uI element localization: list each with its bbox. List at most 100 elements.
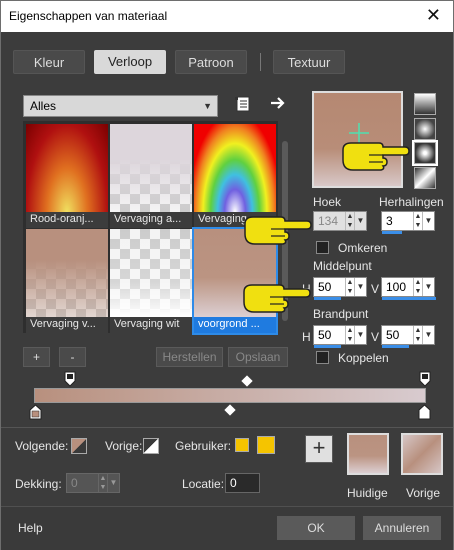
repeats-level-bar xyxy=(382,231,402,234)
ok-button[interactable]: OK xyxy=(277,516,355,540)
user-label: Gebruiker: xyxy=(175,439,232,453)
repeats-input[interactable]: 3 ▲ ▼ ▼ xyxy=(381,211,435,234)
user-color-swatch[interactable] xyxy=(235,438,249,452)
dropdown-arrow-icon[interactable]: ▼ xyxy=(354,278,366,296)
tab-separator xyxy=(260,53,261,71)
gradient-label: Vervaging v... xyxy=(26,317,108,333)
center-label: Middelpunt xyxy=(313,259,372,273)
center-v-level-bar xyxy=(382,297,436,300)
gradient-preview xyxy=(110,229,192,317)
dropdown-arrow-icon[interactable]: ▼ xyxy=(107,474,119,492)
center-h-value: 50 xyxy=(318,280,332,294)
repeats-value: 3 xyxy=(386,214,393,228)
spin-arrows-icon[interactable]: ▲ ▼ xyxy=(413,212,422,230)
focal-h-value: 50 xyxy=(318,328,332,342)
spin-arrows-icon[interactable]: ▲ ▼ xyxy=(98,474,107,492)
gradient-label: Rood-oranj... xyxy=(26,212,108,228)
opacity-label: Dekking: xyxy=(15,477,62,491)
center-v-label: V xyxy=(371,282,380,296)
add-gradient-button[interactable]: + xyxy=(23,347,50,367)
center-h-input[interactable]: 50 ▲ ▼ ▼ xyxy=(313,277,367,300)
gradient-thumb[interactable]: Vervaging a... xyxy=(110,124,192,228)
radial-style-icon[interactable] xyxy=(414,167,436,189)
spin-arrows-icon[interactable]: ▲ ▼ xyxy=(345,278,354,296)
location-input[interactable]: 0 xyxy=(225,473,260,493)
link-label: Koppelen xyxy=(338,351,389,365)
help-link[interactable]: Help xyxy=(18,521,43,535)
rectangular-style-icon[interactable] xyxy=(414,118,436,140)
next-color-swatch[interactable] xyxy=(71,438,87,454)
cancel-button[interactable]: Annuleren xyxy=(363,516,441,540)
bottom-stop-marker[interactable] xyxy=(418,404,431,423)
top-midpoint-marker[interactable] xyxy=(241,375,253,387)
spin-arrows-icon[interactable]: ▲ ▼ xyxy=(413,278,422,296)
save-button[interactable]: Opslaan xyxy=(228,347,288,367)
arrow-right-icon[interactable] xyxy=(269,94,287,112)
gradient-preview xyxy=(26,229,108,317)
spin-arrows-icon[interactable]: ▲ ▼ xyxy=(413,326,422,344)
gradient-label: Vervaging a... xyxy=(110,212,192,228)
center-v-value: 100 xyxy=(386,280,407,294)
remove-label: - xyxy=(70,350,75,364)
tab-label: Textuur xyxy=(287,55,331,70)
tab-patroon[interactable]: Patroon xyxy=(175,50,247,74)
center-h-level-bar xyxy=(314,297,341,300)
previous-swatch[interactable] xyxy=(401,433,443,475)
focal-v-input[interactable]: 50 ▲ ▼ ▼ xyxy=(381,325,435,348)
focal-v-value: 50 xyxy=(386,328,400,342)
focal-h-label: H xyxy=(302,330,311,344)
angle-input[interactable]: 134 ▲ ▼ ▼ xyxy=(313,211,367,231)
category-dropdown[interactable]: Alles ▼ xyxy=(23,95,218,117)
bottom-midpoint-marker[interactable] xyxy=(224,404,236,416)
gradient-bar[interactable] xyxy=(34,388,426,403)
divider xyxy=(1,427,453,428)
spin-arrows-icon[interactable]: ▲ ▼ xyxy=(345,212,354,230)
gradient-thumb[interactable]: Vervaging wit xyxy=(110,229,192,333)
invert-checkbox[interactable] xyxy=(316,241,329,254)
dropdown-arrow-icon[interactable]: ▼ xyxy=(422,212,434,230)
pointing-hand-icon xyxy=(241,212,313,249)
focal-v-level-bar xyxy=(382,345,409,348)
user-color-swatch-large[interactable] xyxy=(257,436,275,454)
add-stop-button[interactable]: + xyxy=(305,435,333,463)
cancel-label: Annuleren xyxy=(374,521,430,535)
gradient-preview xyxy=(26,124,108,212)
current-swatch[interactable] xyxy=(347,433,389,475)
linear-style-icon[interactable] xyxy=(414,93,436,115)
dropdown-arrow-icon[interactable]: ▼ xyxy=(354,326,366,344)
reset-button[interactable]: Herstellen xyxy=(156,347,223,367)
link-checkbox[interactable] xyxy=(316,351,329,364)
previous-label: Vorige xyxy=(406,486,441,500)
prev-color-swatch[interactable] xyxy=(143,438,159,454)
list-icon[interactable] xyxy=(235,96,251,112)
focal-h-input[interactable]: 50 ▲ ▼ ▼ xyxy=(313,325,367,348)
chevron-down-icon: ▼ xyxy=(203,101,212,111)
prev-label: Vorige: xyxy=(105,439,143,453)
dropdown-arrow-icon[interactable]: ▼ xyxy=(422,278,434,296)
title-bar: Eigenschappen van materiaal ✕ xyxy=(1,1,453,32)
opacity-input[interactable]: 0 ▲ ▼ ▼ xyxy=(66,473,120,493)
tab-textuur[interactable]: Textuur xyxy=(273,50,345,74)
gradient-thumb[interactable]: Rood-oranj... xyxy=(26,124,108,228)
category-value: Alles xyxy=(30,99,57,113)
gradient-thumb[interactable]: Vervaging v... xyxy=(26,229,108,333)
repeats-label: Herhalingen xyxy=(379,195,444,209)
dropdown-arrow-icon[interactable]: ▼ xyxy=(354,212,366,230)
center-v-input[interactable]: 100 ▲ ▼ ▼ xyxy=(381,277,436,300)
gradient-label: Vervaging wit xyxy=(110,317,192,333)
dropdown-arrow-icon[interactable]: ▼ xyxy=(422,326,434,344)
spin-arrows-icon[interactable]: ▲ ▼ xyxy=(345,326,354,344)
tab-label: Patroon xyxy=(188,55,234,70)
tab-verloop[interactable]: Verloop xyxy=(94,50,166,74)
gradient-preview xyxy=(194,124,276,212)
plus-label: + xyxy=(312,435,326,460)
reset-label: Herstellen xyxy=(162,350,217,364)
tab-label: Verloop xyxy=(107,54,153,69)
bottom-stop-marker[interactable] xyxy=(29,404,42,423)
remove-gradient-button[interactable]: - xyxy=(59,347,86,367)
tab-kleur[interactable]: Kleur xyxy=(13,50,85,74)
sunburst-style-icon[interactable] xyxy=(412,140,438,166)
current-label: Huidige xyxy=(347,486,388,500)
save-label: Opslaan xyxy=(235,350,281,364)
close-icon[interactable]: ✕ xyxy=(426,5,441,26)
